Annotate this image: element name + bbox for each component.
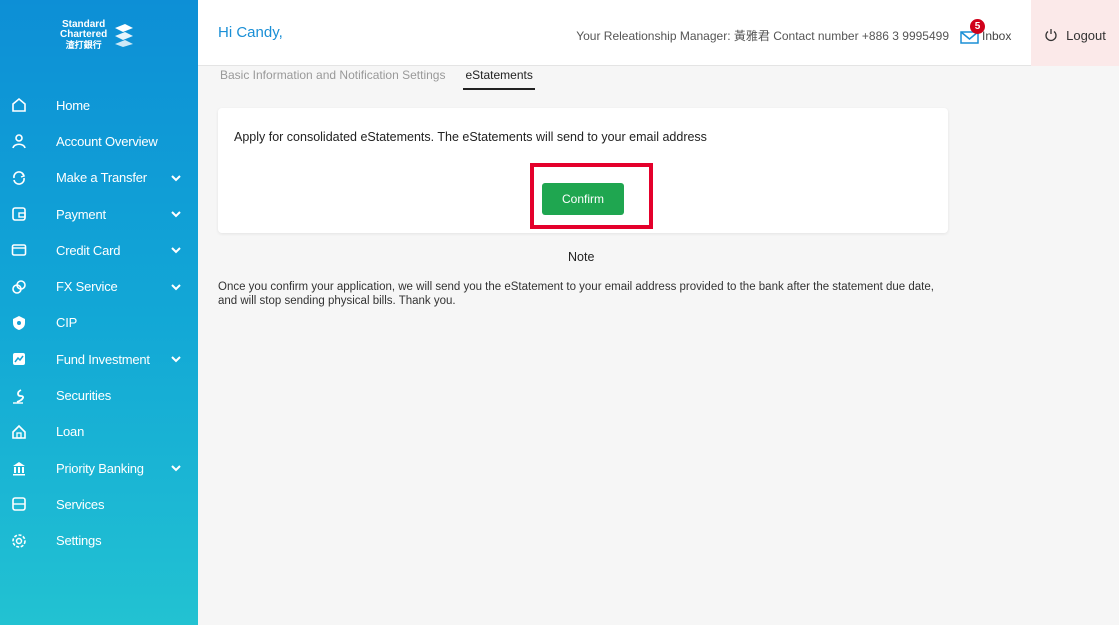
chevron-down-icon[interactable]: [170, 244, 182, 256]
settings-tabs: Basic Information and Notification Setti…: [218, 66, 535, 92]
sidebar-item-fx-service[interactable]: FX Service: [0, 268, 198, 304]
chevron-down-icon[interactable]: [170, 462, 182, 474]
priority-icon: [10, 459, 28, 477]
credit-card-icon: [10, 241, 28, 259]
transfer-icon: [10, 169, 28, 187]
note-title: Note: [568, 250, 595, 264]
logo-line-3: 渣打銀行: [65, 40, 102, 50]
sidebar-nav: Home Account Overview Make a Transfer Pa…: [0, 87, 198, 559]
sidebar-item-label: Credit Card: [56, 242, 121, 258]
chevron-down-icon[interactable]: [170, 172, 182, 184]
inbox-count-badge: 5: [970, 19, 985, 34]
fx-icon: [10, 278, 28, 296]
sidebar-item-label: Settings: [56, 533, 102, 549]
inbox-label: Inbox: [982, 29, 1012, 43]
bank-logo[interactable]: Standard Chartered 渣打銀行: [60, 20, 137, 50]
user-icon: [10, 132, 28, 150]
confirm-button[interactable]: Confirm: [542, 183, 624, 215]
sidebar-item-label: Payment: [56, 206, 106, 222]
tab-estatements[interactable]: eStatements: [463, 66, 535, 90]
sidebar-item-priority-banking[interactable]: Priority Banking: [0, 450, 198, 486]
services-icon: [10, 495, 28, 513]
fund-icon: [10, 350, 28, 368]
sidebar-item-label: Priority Banking: [56, 460, 144, 476]
sidebar-item-credit-card[interactable]: Credit Card: [0, 232, 198, 268]
relationship-manager-info: Your Releationship Manager: 黃雅君 Contact …: [576, 29, 949, 43]
sidebar-item-label: Make a Transfer: [56, 170, 147, 186]
chevron-down-icon[interactable]: [170, 353, 182, 365]
sidebar: Standard Chartered 渣打銀行 Home Account Ove…: [0, 0, 198, 625]
logout-label: Logout: [1066, 27, 1106, 43]
loan-icon: [10, 423, 28, 441]
greeting: Hi Candy,: [218, 24, 283, 41]
settings-icon: [10, 532, 28, 550]
sidebar-item-services[interactable]: Services: [0, 486, 198, 522]
chevron-down-icon[interactable]: [170, 208, 182, 220]
sidebar-item-label: Home: [56, 97, 90, 113]
home-icon: [10, 96, 28, 114]
logout-button[interactable]: Logout: [1031, 0, 1119, 66]
power-icon: [1045, 29, 1057, 42]
standard-chartered-mark-icon: [115, 24, 134, 47]
sidebar-item-label: Securities: [56, 388, 112, 404]
chevron-down-icon[interactable]: [170, 281, 182, 293]
top-header: Hi Candy, Your Releationship Manager: 黃雅…: [198, 0, 1119, 90]
sidebar-item-loan[interactable]: Loan: [0, 414, 198, 450]
sidebar-item-cip[interactable]: CIP: [0, 305, 198, 341]
sidebar-item-home[interactable]: Home: [0, 87, 198, 123]
sidebar-item-payment[interactable]: Payment: [0, 196, 198, 232]
sidebar-item-settings[interactable]: Settings: [0, 523, 198, 559]
estatement-card: Apply for consolidated eStatements. The …: [218, 108, 948, 233]
securities-icon: [10, 387, 28, 405]
inbox-button[interactable]: 5 Inbox: [960, 19, 1022, 46]
wallet-icon: [10, 205, 28, 223]
note-body: Once you confirm your application, we wi…: [218, 281, 934, 307]
cip-icon: [10, 314, 28, 332]
sidebar-item-label: CIP: [56, 315, 78, 331]
sidebar-item-label: FX Service: [56, 279, 118, 295]
sidebar-item-fund-investment[interactable]: Fund Investment: [0, 341, 198, 377]
tab-basic-information[interactable]: Basic Information and Notification Setti…: [218, 66, 447, 90]
card-description: Apply for consolidated eStatements. The …: [234, 130, 707, 144]
sidebar-item-label: Loan: [56, 424, 85, 440]
sidebar-item-label: Account Overview: [56, 133, 158, 149]
logo-line-2: Chartered: [60, 29, 108, 40]
sidebar-item-account-overview[interactable]: Account Overview: [0, 123, 198, 159]
sidebar-item-securities[interactable]: Securities: [0, 377, 198, 413]
sidebar-item-label: Fund Investment: [56, 351, 150, 367]
sidebar-item-label: Services: [56, 496, 105, 512]
sidebar-item-make-a-transfer[interactable]: Make a Transfer: [0, 160, 198, 196]
